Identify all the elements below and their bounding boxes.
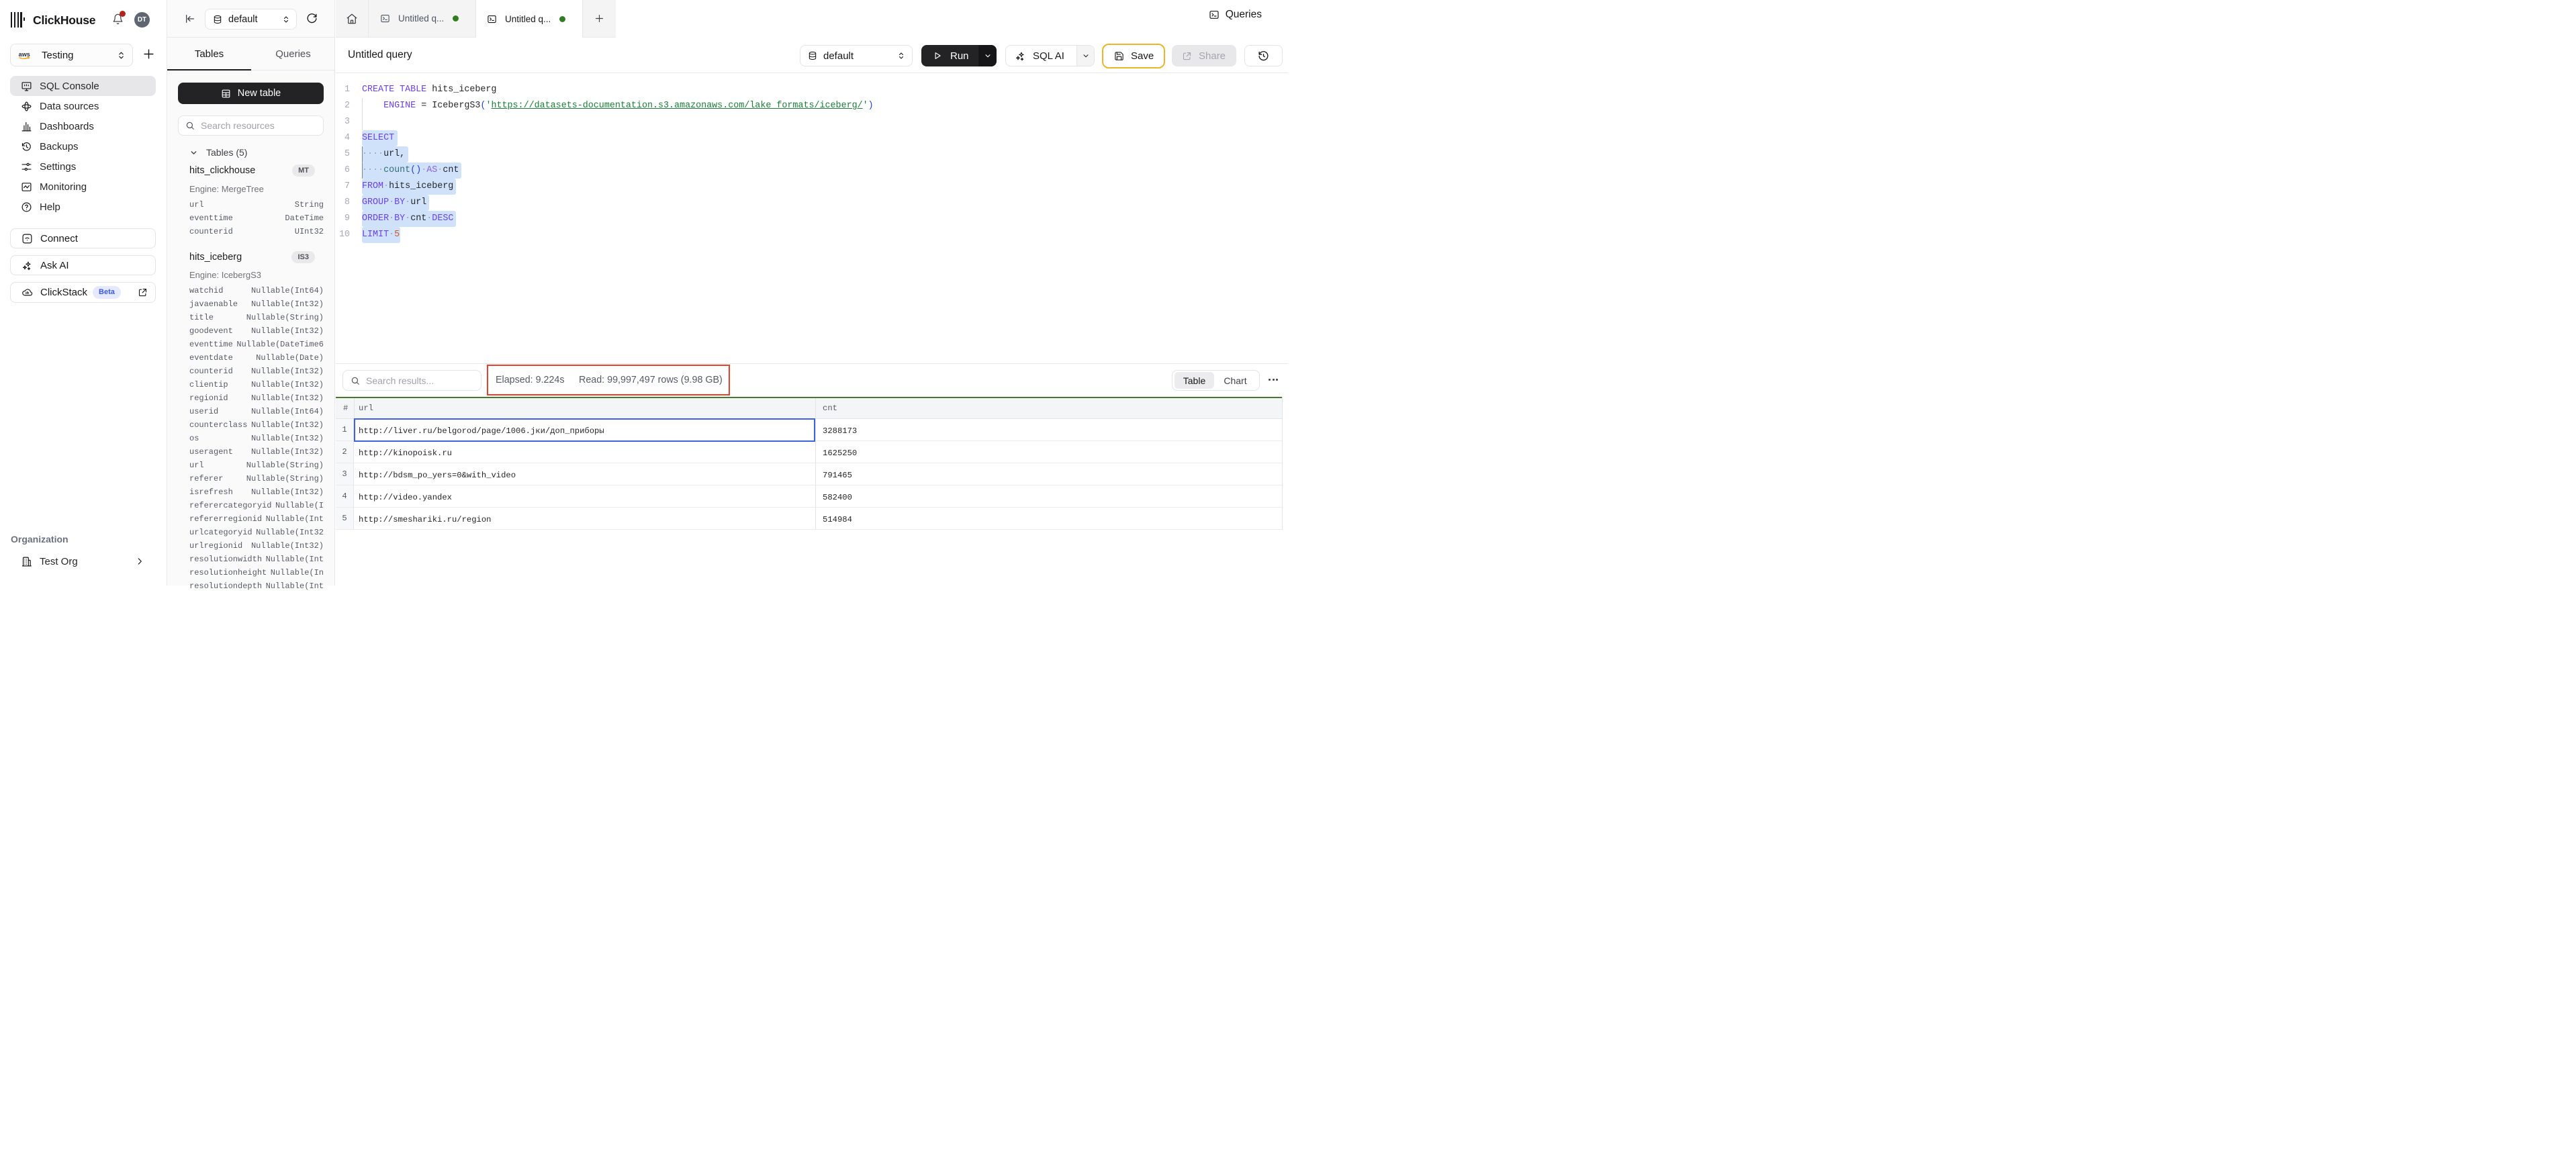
svg-text:aws: aws: [19, 51, 30, 58]
